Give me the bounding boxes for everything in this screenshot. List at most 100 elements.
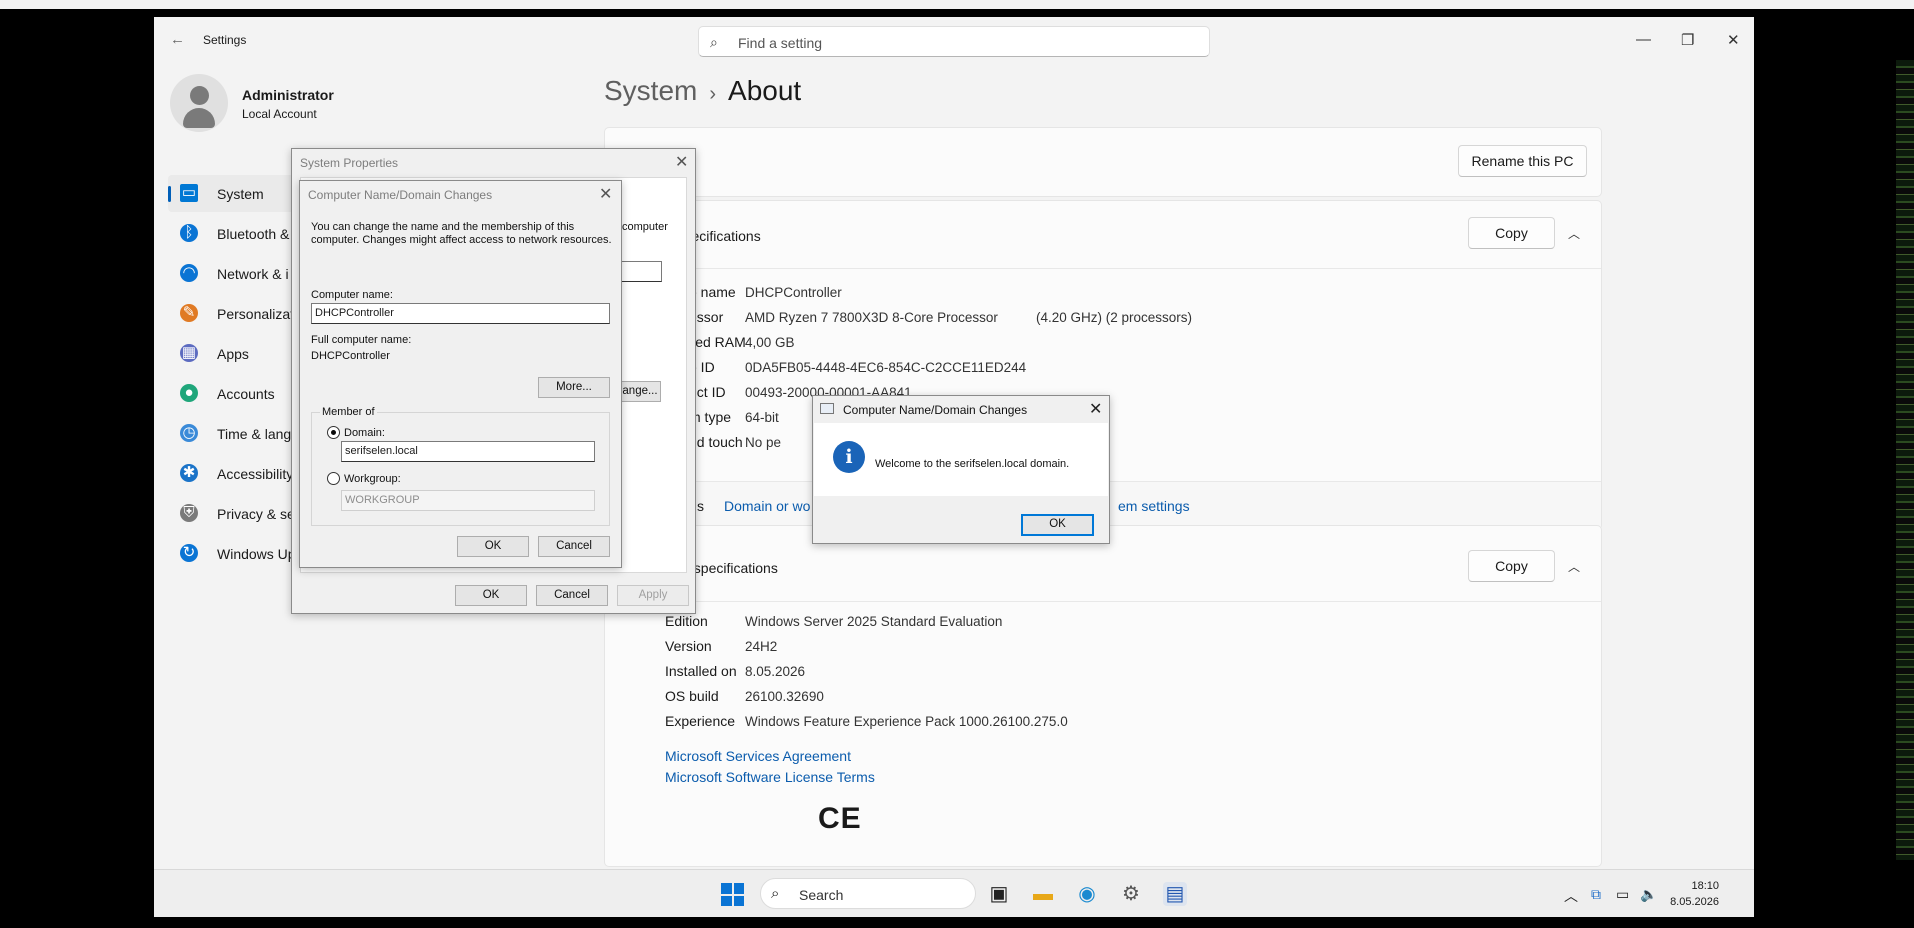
close-icon[interactable]: ✕ bbox=[1089, 399, 1102, 419]
chevron-up-icon[interactable]: ︿ bbox=[1564, 886, 1578, 906]
windows-specs-card: ows specifications Copy ︿ Edition Windows… bbox=[604, 525, 1602, 867]
search-icon: ⌕ bbox=[771, 885, 780, 902]
user-name: Administrator bbox=[242, 87, 334, 103]
windows-spec-value: 8.05.2026 bbox=[745, 664, 806, 679]
close-icon[interactable]: ✕ bbox=[675, 152, 688, 172]
network-status-icon[interactable]: ⧉ bbox=[1591, 886, 1601, 903]
bluetooth-icon: ᛒ bbox=[180, 224, 198, 242]
workgroup-radio[interactable] bbox=[327, 472, 340, 485]
taskbar: ⌕ Search ▣ ▬ ◉ ⚙ ▤ ︿ ⧉ ▭ 🔈 18:10 8.05.20… bbox=[154, 869, 1754, 917]
find-setting-search[interactable]: ⌕ Find a setting bbox=[698, 26, 1210, 57]
sidebar-item-label: Bluetooth & bbox=[217, 226, 290, 242]
desktop-background bbox=[1896, 60, 1914, 860]
windows-spec-value: Windows Server 2025 Standard Evaluation bbox=[745, 614, 1003, 629]
breadcrumb-current: About bbox=[728, 75, 802, 106]
close-icon[interactable]: ✕ bbox=[599, 184, 612, 204]
back-arrow-icon[interactable]: ← bbox=[170, 31, 185, 48]
file-explorer-icon[interactable]: ▬ bbox=[1031, 882, 1055, 906]
windows-spec-label: OS build bbox=[665, 688, 719, 704]
sysprop-ok-button[interactable]: OK bbox=[455, 585, 527, 606]
info-icon: i bbox=[833, 441, 865, 473]
close-button[interactable]: ✕ bbox=[1727, 31, 1740, 49]
device-name-card: oller Rename this PC bbox=[604, 127, 1602, 197]
welcome-message: Welcome to the serifselen.local domain. bbox=[875, 458, 1070, 470]
person-icon: ● bbox=[180, 384, 198, 402]
display-icon[interactable]: ▭ bbox=[1616, 886, 1629, 903]
spec-value: AMD Ryzen 7 7800X3D 8-Core Processor bbox=[745, 310, 998, 325]
monitor-icon: ▭ bbox=[180, 184, 198, 202]
host-top-bar bbox=[0, 0, 1914, 9]
windows-spec-label: Version bbox=[665, 638, 712, 654]
name-changes-ok-button[interactable]: OK bbox=[457, 536, 529, 557]
dialog-app-icon bbox=[820, 403, 834, 414]
maximize-button[interactable]: ❐ bbox=[1681, 31, 1694, 49]
clock-icon: ◷ bbox=[180, 424, 198, 442]
sysprop-apply-button[interactable]: Apply bbox=[617, 585, 689, 606]
services-agreement-link[interactable]: Microsoft Services Agreement bbox=[665, 748, 851, 764]
workgroup-input[interactable]: WORKGROUP bbox=[341, 490, 595, 511]
accessibility-icon: ✱ bbox=[180, 464, 198, 482]
task-view-icon[interactable]: ▣ bbox=[987, 882, 1011, 906]
domain-label: Domain: bbox=[344, 427, 385, 439]
clock[interactable]: 18:10 8.05.2026 bbox=[1653, 878, 1719, 910]
sysprop-cancel-button[interactable]: Cancel bbox=[536, 585, 608, 606]
full-name-label: Full computer name: bbox=[311, 334, 412, 346]
copy-device-specs-button[interactable]: Copy bbox=[1468, 217, 1555, 249]
domain-radio[interactable] bbox=[327, 426, 340, 439]
sidebar-item-label: Network & i bbox=[217, 266, 289, 282]
avatar[interactable] bbox=[170, 74, 228, 132]
name-domain-changes-dialog: Computer Name/Domain Changes ✕ You can c… bbox=[299, 180, 622, 568]
domain-input[interactable]: serifselen.local bbox=[341, 441, 595, 462]
welcome-ok-button[interactable]: OK bbox=[1021, 514, 1094, 536]
system-properties-title: System Properties bbox=[300, 156, 399, 170]
spec-label: nd touch bbox=[689, 434, 743, 450]
workgroup-label: Workgroup: bbox=[344, 473, 401, 485]
sidebar-item-label: Privacy & sec bbox=[217, 506, 302, 522]
windows-spec-value: 26100.32690 bbox=[745, 689, 824, 704]
advanced-system-settings-link[interactable]: em settings bbox=[1118, 498, 1190, 514]
copy-windows-specs-button[interactable]: Copy bbox=[1468, 550, 1555, 582]
breadcrumb-system[interactable]: System bbox=[604, 75, 697, 106]
description-line-2: computer. Changes might affect access to… bbox=[311, 234, 612, 246]
clock-date: 8.05.2026 bbox=[1670, 896, 1719, 908]
search-placeholder: Find a setting bbox=[738, 35, 823, 51]
page-title: System › About bbox=[604, 75, 801, 107]
spec-value: DHCPController bbox=[745, 285, 842, 300]
spec-value: 0DA5FB05-4448-4EC6-854C-C2CCE11ED244 bbox=[745, 360, 1027, 375]
chevron-up-icon[interactable]: ︿ bbox=[1568, 225, 1580, 242]
spec-value-extra: (4.20 GHz) (2 processors) bbox=[1036, 310, 1193, 325]
more-button[interactable]: More... bbox=[538, 377, 610, 398]
license-terms-link[interactable]: Microsoft Software License Terms bbox=[665, 769, 875, 785]
server-manager-icon[interactable]: ▤ bbox=[1163, 882, 1187, 906]
chevron-up-icon[interactable]: ︿ bbox=[1568, 558, 1580, 575]
computer-name-input[interactable]: DHCPController bbox=[311, 303, 610, 324]
sidebar-item-label: Time & langu bbox=[217, 426, 299, 442]
taskbar-search-placeholder: Search bbox=[799, 887, 844, 903]
wifi-icon: ◠ bbox=[180, 264, 198, 282]
welcome-dialog: Computer Name/Domain Changes ✕ i Welcome… bbox=[812, 395, 1110, 544]
window-title: Settings bbox=[203, 33, 247, 47]
sidebar-item-label: Windows Up bbox=[217, 546, 296, 562]
computer-description-field[interactable] bbox=[617, 261, 662, 282]
windows-spec-label: Installed on bbox=[665, 663, 737, 679]
domain-or-workgroup-link[interactable]: Domain or wo bbox=[724, 498, 810, 514]
change-button[interactable]: ange... bbox=[619, 381, 661, 402]
name-changes-title: Computer Name/Domain Changes bbox=[308, 188, 493, 202]
user-account-type: Local Account bbox=[242, 107, 317, 121]
windows-spec-value: 24H2 bbox=[745, 639, 778, 654]
windows-spec-label: Experience bbox=[665, 713, 736, 729]
settings-gear-icon[interactable]: ⚙ bbox=[1119, 882, 1143, 906]
spec-value: 64-bit bbox=[745, 410, 779, 425]
spec-value: 4,00 GB bbox=[745, 335, 795, 350]
computer-name-label: Computer name: bbox=[311, 289, 393, 301]
screen: ← Settings — ❐ ✕ ⌕ Find a setting Admini… bbox=[0, 0, 1914, 928]
minimize-button[interactable]: — bbox=[1636, 31, 1651, 48]
sidebar-item-label: Apps bbox=[217, 346, 249, 362]
shield-icon: ⛨ bbox=[180, 504, 198, 522]
rename-pc-button[interactable]: Rename this PC bbox=[1458, 145, 1587, 177]
taskbar-search[interactable]: ⌕ Search bbox=[760, 878, 976, 909]
edge-browser-icon[interactable]: ◉ bbox=[1075, 882, 1099, 906]
windows-start-icon[interactable] bbox=[721, 883, 744, 906]
update-icon: ↻ bbox=[180, 544, 198, 562]
name-changes-cancel-button[interactable]: Cancel bbox=[538, 536, 610, 557]
